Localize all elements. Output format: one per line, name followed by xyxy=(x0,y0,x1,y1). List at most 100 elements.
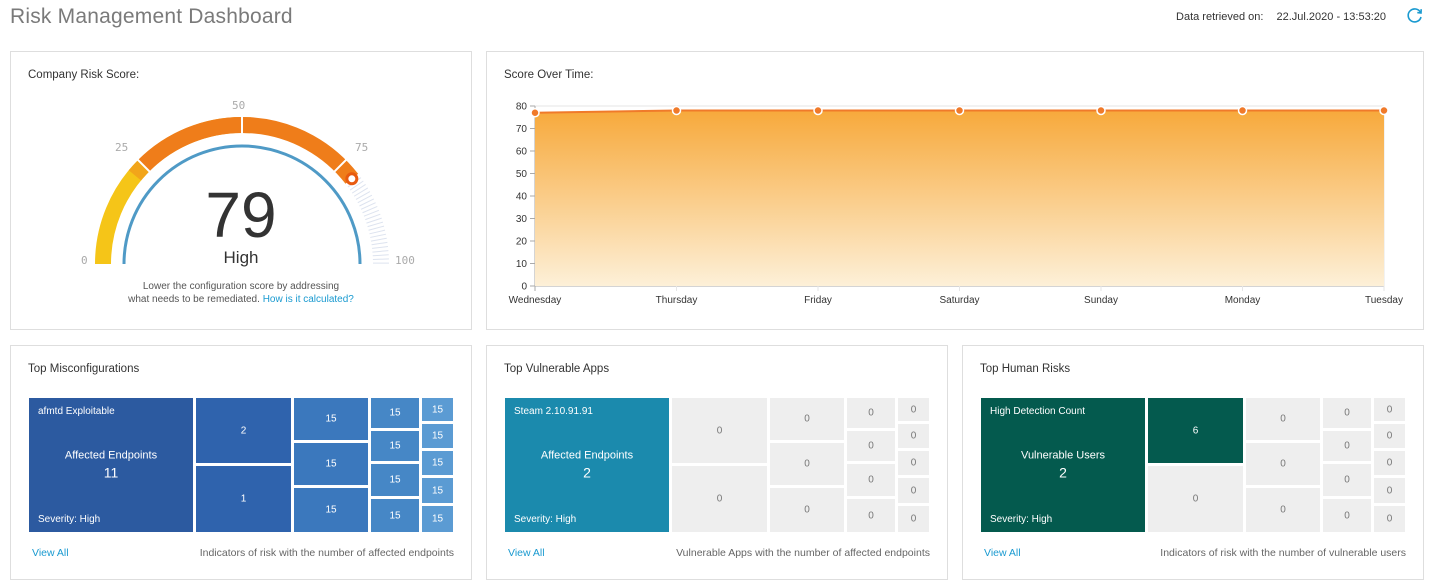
human-risks-card: Top Human Risks High Detection Count Vul… xyxy=(962,345,1424,580)
apps-tile[interactable]: 0 xyxy=(898,506,929,532)
apps-tile[interactable]: 0 xyxy=(898,478,929,503)
gauge-tick-25: 25 xyxy=(115,141,129,154)
misconfig-main-severity: Severity: High xyxy=(38,514,101,525)
apps-view-all-link[interactable]: View All xyxy=(508,547,545,559)
risk-score-hint: Lower the configuration score by address… xyxy=(11,280,471,306)
human-main-metric: Vulnerable Users xyxy=(1021,449,1105,462)
human-tile[interactable]: 0 xyxy=(1323,398,1371,428)
data-retrieved-info: Data retrieved on: 22.Jul.2020 - 13:53:2… xyxy=(1176,11,1386,23)
misconfig-tile[interactable]: 15 xyxy=(422,398,453,421)
apps-tile[interactable]: 0 xyxy=(898,424,929,448)
apps-main-value: 2 xyxy=(583,464,591,481)
misconfig-tile[interactable]: 15 xyxy=(371,464,419,496)
misconfig-tile[interactable]: 15 xyxy=(294,488,368,532)
misconfig-tile[interactable]: 15 xyxy=(294,443,368,485)
chart-data-point xyxy=(1379,105,1389,116)
human-tile[interactable]: 0 xyxy=(1374,398,1405,421)
misconfig-tile[interactable]: 2 xyxy=(196,398,291,463)
misconfigurations-title: Top Misconfigurations xyxy=(28,363,140,375)
chart-ytick-label: 70 xyxy=(516,124,528,135)
apps-tile[interactable]: 0 xyxy=(672,466,767,532)
misconfig-main-tile[interactable]: afmtd Exploitable Affected Endpoints 11 … xyxy=(29,398,193,532)
human-tile[interactable]: 6 xyxy=(1148,398,1243,463)
misconfig-tile[interactable]: 15 xyxy=(422,424,453,448)
apps-tile[interactable]: 0 xyxy=(847,431,895,461)
data-retrieved-value: 22.Jul.2020 - 13:53:20 xyxy=(1276,11,1386,23)
misconfig-note: Indicators of risk with the number of af… xyxy=(199,547,454,559)
chart-data-point xyxy=(1237,105,1248,116)
chart-ytick-label: 50 xyxy=(516,169,528,180)
human-note: Indicators of risk with the number of vu… xyxy=(1160,547,1406,559)
chart-ytick-label: 20 xyxy=(516,237,528,248)
human-tile[interactable]: 0 xyxy=(1246,443,1320,485)
chart-xtick-label: Thursday xyxy=(656,295,698,306)
misconfig-main-metric: Affected Endpoints xyxy=(64,449,158,462)
apps-note: Vulnerable Apps with the number of affec… xyxy=(676,547,930,559)
human-tile[interactable]: 0 xyxy=(1323,464,1371,496)
human-main-severity: Severity: High xyxy=(990,514,1053,525)
apps-main-metric: Affected Endpoints xyxy=(540,449,634,462)
vulnerable-apps-card: Top Vulnerable Apps Steam 2.10.91.91 Aff… xyxy=(486,345,948,580)
misconfig-tile[interactable]: 15 xyxy=(422,478,453,503)
chart-xtick-label: Sunday xyxy=(1084,295,1118,306)
human-tile[interactable]: 0 xyxy=(1374,478,1405,503)
apps-main-severity: Severity: High xyxy=(514,514,577,525)
score-over-time-card: Score Over Time: 0 10 20 30 40 50 60 70 80 Wedne… xyxy=(486,51,1424,330)
apps-tile[interactable]: 0 xyxy=(770,443,844,485)
human-tile[interactable]: 0 xyxy=(1374,506,1405,532)
risk-hint-line2: what needs to be remediated. xyxy=(128,294,260,305)
apps-tile[interactable]: 0 xyxy=(898,398,929,421)
misconfig-tile[interactable]: 15 xyxy=(371,398,419,428)
human-view-all-link[interactable]: View All xyxy=(984,547,1021,559)
gauge-tick-50: 50 xyxy=(232,99,246,112)
human-tile[interactable]: 0 xyxy=(1323,499,1371,532)
misconfig-main-value: 11 xyxy=(103,464,119,481)
misconfigurations-card: Top Misconfigurations afmtd Exploitable … xyxy=(10,345,472,580)
misconfig-tile[interactable]: 1 xyxy=(196,466,291,532)
apps-tile[interactable]: 0 xyxy=(898,451,929,475)
human-tile[interactable]: 0 xyxy=(1148,466,1243,532)
how-calculated-link[interactable]: How is it calculated? xyxy=(263,294,354,305)
chart-data-point xyxy=(954,105,965,116)
apps-tile[interactable]: 0 xyxy=(770,488,844,532)
chart-xtick-label: Wednesday xyxy=(509,295,562,306)
chart-xtick-label: Tuesday xyxy=(1365,295,1403,306)
apps-main-tile[interactable]: Steam 2.10.91.91 Affected Endpoints 2 Se… xyxy=(505,398,669,532)
misconfig-tile[interactable]: 15 xyxy=(371,499,419,532)
apps-tile[interactable]: 0 xyxy=(847,398,895,428)
chart-ytick-label: 80 xyxy=(516,102,528,113)
misconfig-tile[interactable]: 15 xyxy=(422,506,453,532)
chart-ytick-label: 40 xyxy=(516,192,528,203)
chart-ytick-label: 60 xyxy=(516,147,528,158)
chart-xtick-label: Monday xyxy=(1225,295,1261,306)
misconfig-view-all-link[interactable]: View All xyxy=(32,547,69,559)
misconfig-tile[interactable]: 15 xyxy=(294,398,368,440)
chart-ytick-label: 10 xyxy=(516,259,528,270)
misconfig-tile[interactable]: 15 xyxy=(371,431,419,461)
human-tile[interactable]: 0 xyxy=(1374,424,1405,448)
apps-tile[interactable]: 0 xyxy=(770,398,844,440)
human-tile[interactable]: 0 xyxy=(1374,451,1405,475)
gauge-arc-high xyxy=(138,117,359,184)
apps-tile[interactable]: 0 xyxy=(672,398,767,463)
risk-level: High xyxy=(223,248,259,267)
chart-xtick-label: Saturday xyxy=(939,295,979,306)
data-retrieved-label: Data retrieved on: xyxy=(1176,11,1264,23)
human-tile[interactable]: 0 xyxy=(1323,431,1371,461)
refresh-icon[interactable] xyxy=(1406,7,1424,25)
risk-score-value: 79 xyxy=(205,179,277,251)
apps-main-label: Steam 2.10.91.91 xyxy=(514,406,593,417)
human-tile[interactable]: 0 xyxy=(1246,398,1320,440)
chart-data-point xyxy=(671,105,682,116)
score-over-time-chart: 0 10 20 30 40 50 60 70 80 Wednesday Thursday Frida… xyxy=(509,102,1403,307)
chart-ytick-label: 30 xyxy=(516,214,528,225)
misconfig-main-label: afmtd Exploitable xyxy=(38,406,115,417)
misconfig-tile[interactable]: 15 xyxy=(422,451,453,475)
apps-tile[interactable]: 0 xyxy=(847,499,895,532)
human-tile[interactable]: 0 xyxy=(1246,488,1320,532)
gauge-tick-75: 75 xyxy=(355,141,369,154)
vulnerable-apps-title: Top Vulnerable Apps xyxy=(504,363,610,375)
chart-ytick-label: 0 xyxy=(521,282,527,293)
human-main-tile[interactable]: High Detection Count Vulnerable Users 2 … xyxy=(981,398,1145,532)
apps-tile[interactable]: 0 xyxy=(847,464,895,496)
